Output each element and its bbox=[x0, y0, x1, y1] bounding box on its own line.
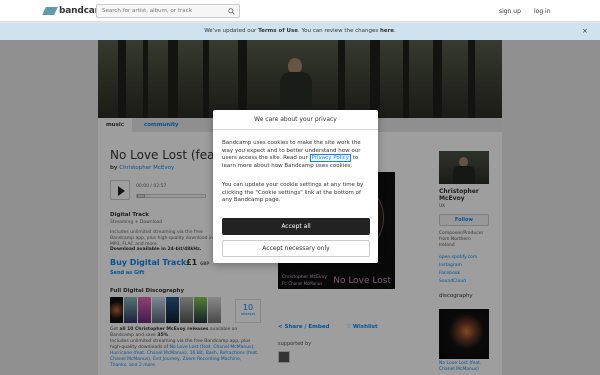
accept-necessary-button[interactable]: Accept necessary only bbox=[222, 240, 370, 257]
modal-title: We care about your privacy bbox=[213, 110, 378, 130]
privacy-policy-link[interactable]: Privacy Policy bbox=[309, 154, 352, 162]
notice-text-after: . bbox=[394, 28, 396, 34]
cookie-paragraph-1: Bandcamp uses cookies to make the site w… bbox=[222, 140, 372, 170]
notice-text-middle: . You can review the changes bbox=[298, 28, 380, 34]
search-icon[interactable] bbox=[228, 8, 235, 15]
close-icon[interactable]: × bbox=[582, 23, 588, 40]
accept-all-button[interactable]: Accept all bbox=[222, 218, 370, 235]
privacy-modal: We care about your privacy Bandcamp uses… bbox=[213, 110, 378, 263]
notice-text-before: We've updated our bbox=[204, 28, 259, 34]
cookie-paragraph-2: You can update your cookie settings at a… bbox=[222, 182, 364, 203]
review-changes-link[interactable]: here bbox=[380, 28, 394, 34]
top-nav: bandcamp sign up log in bbox=[0, 0, 600, 22]
terms-notice-banner: We've updated our Terms of Use. You can … bbox=[0, 23, 600, 40]
terms-of-use-link[interactable]: Terms of Use bbox=[258, 28, 298, 34]
search-input[interactable] bbox=[97, 5, 222, 17]
log-in-link[interactable]: log in bbox=[534, 8, 551, 15]
search-box bbox=[96, 4, 240, 18]
sign-up-link[interactable]: sign up bbox=[499, 8, 521, 15]
bandcamp-logo-icon bbox=[42, 7, 58, 15]
